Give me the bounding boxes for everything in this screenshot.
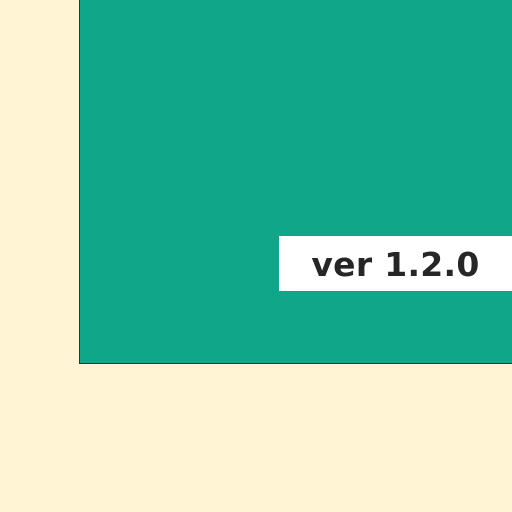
splash-panel	[79, 0, 512, 364]
version-badge: ver 1.2.0	[279, 236, 512, 291]
splash-screen: { "colors": { "background": "#FFF4D4", "…	[0, 0, 512, 512]
version-label: ver 1.2.0	[311, 244, 480, 284]
